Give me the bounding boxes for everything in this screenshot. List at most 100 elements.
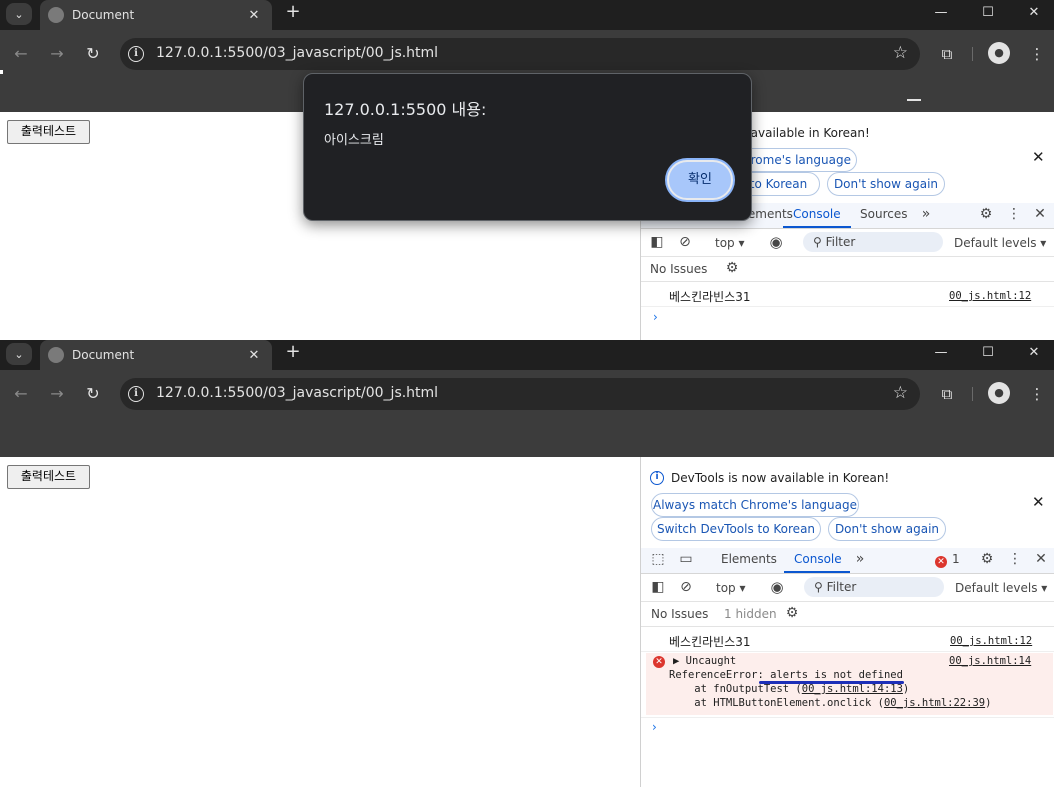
- stack-link[interactable]: 00_js.html:22:39: [884, 697, 985, 709]
- devtools-menu-icon[interactable]: ⋮: [1006, 551, 1024, 567]
- close-icon[interactable]: ✕: [244, 348, 264, 363]
- stack-link[interactable]: 00_js.html:14:13: [802, 683, 903, 695]
- output-test-button[interactable]: 출력테스트: [7, 120, 90, 144]
- profile-avatar-icon[interactable]: ●: [988, 382, 1010, 404]
- context-selector[interactable]: top ▾: [716, 581, 746, 595]
- dismiss-close-icon[interactable]: ✕: [1032, 148, 1045, 166]
- stack-suffix: ): [902, 683, 910, 695]
- bookmark-star-icon[interactable]: ☆: [893, 383, 908, 403]
- stack-prefix: at HTMLButtonElement.onclick (: [669, 697, 884, 709]
- browser-toolbar: ← → ↻ i 127.0.0.1:5500/03_javascript/00_…: [0, 370, 1054, 418]
- bookmark-star-icon[interactable]: ☆: [893, 43, 908, 63]
- minimize-icon[interactable]: —: [918, 0, 964, 28]
- minimize-icon[interactable]: —: [918, 340, 964, 368]
- error-source-link[interactable]: 00_js.html:14: [949, 655, 1031, 667]
- devtools-menu-icon[interactable]: ⋮: [1005, 206, 1023, 222]
- address-bar[interactable]: i 127.0.0.1:5500/03_javascript/00_js.htm…: [120, 378, 920, 410]
- tab-document[interactable]: Document ✕: [40, 0, 272, 30]
- devtools-panel: i DevTools is now available in Korean! ✕…: [640, 457, 1054, 787]
- divider: [641, 306, 1054, 307]
- dont-show-again-button[interactable]: Don't show again: [827, 172, 945, 196]
- settings-gear-icon[interactable]: ⚙: [978, 551, 996, 567]
- console-source-link[interactable]: 00_js.html:12: [950, 635, 1032, 647]
- error-line-1: ReferenceError: alerts is not defined: [669, 669, 903, 681]
- profile-avatar-icon[interactable]: ●: [988, 42, 1010, 64]
- extensions-puzzle-icon[interactable]: ⧉: [935, 382, 959, 406]
- log-levels-dropdown[interactable]: Default levels ▾: [954, 236, 1046, 250]
- always-match-language-button[interactable]: hrome's language: [737, 148, 857, 172]
- forward-arrow-icon[interactable]: →: [45, 382, 69, 406]
- reload-icon[interactable]: ↻: [81, 42, 105, 66]
- site-info-icon[interactable]: i: [128, 386, 144, 402]
- hidden-count[interactable]: 1 hidden: [724, 607, 777, 621]
- devtools-close-icon[interactable]: ✕: [1032, 551, 1050, 567]
- tab-search-chevron-icon[interactable]: ⌄: [6, 343, 32, 365]
- error-count-icon[interactable]: ✕: [935, 556, 947, 568]
- reload-icon[interactable]: ↻: [81, 382, 105, 406]
- browser-toolbar: ← → ↻ i 127.0.0.1:5500/03_javascript/00_…: [0, 30, 1054, 78]
- clear-console-icon[interactable]: ⊘: [676, 234, 694, 250]
- error-message: alerts is not defined: [770, 669, 903, 681]
- site-info-icon[interactable]: i: [128, 46, 144, 62]
- new-tab-plus-icon[interactable]: +: [282, 2, 304, 24]
- issues-settings-gear-icon[interactable]: ⚙: [723, 260, 741, 276]
- sidebar-toggle-icon[interactable]: ◧: [649, 579, 667, 595]
- close-icon[interactable]: ✕: [244, 8, 264, 23]
- tab-elements[interactable]: Elements: [721, 552, 777, 566]
- globe-icon: [48, 7, 64, 23]
- forward-arrow-icon[interactable]: →: [45, 42, 69, 66]
- tab-console[interactable]: Console: [793, 207, 841, 221]
- live-expression-eye-icon[interactable]: ◉: [767, 233, 785, 251]
- console-prompt-chevron-icon[interactable]: ›: [652, 720, 657, 734]
- divider: [641, 281, 1054, 282]
- tab-title: Document: [72, 8, 135, 22]
- inspect-element-icon[interactable]: ⬚: [649, 551, 667, 567]
- console-source-link[interactable]: 00_js.html:12: [949, 290, 1031, 302]
- error-count[interactable]: 1: [952, 552, 960, 566]
- device-toolbar-icon[interactable]: ▭: [677, 551, 695, 567]
- sidebar-toggle-icon[interactable]: ◧: [648, 234, 666, 250]
- extensions-puzzle-icon[interactable]: ⧉: [935, 42, 959, 66]
- maximize-icon[interactable]: ☐: [965, 0, 1011, 28]
- console-prompt-chevron-icon[interactable]: ›: [653, 310, 658, 324]
- clear-console-icon[interactable]: ⊘: [677, 579, 695, 595]
- log-levels-dropdown[interactable]: Default levels ▾: [955, 581, 1047, 595]
- dismiss-close-icon[interactable]: ✕: [1032, 493, 1045, 511]
- window-close-icon[interactable]: ✕: [1011, 340, 1054, 368]
- console-filter-input[interactable]: ⚲ Filter: [803, 232, 943, 252]
- browser-window-top: ⌄ Document ✕ + — ☐ ✕ ← → ↻ i 127.0.0.1:5…: [0, 0, 1054, 340]
- console-log-message: 베스킨라빈스31: [669, 635, 751, 649]
- console-filter-input[interactable]: ⚲ Filter: [804, 577, 944, 597]
- settings-gear-icon[interactable]: ⚙: [977, 206, 995, 222]
- issues-settings-gear-icon[interactable]: ⚙: [783, 605, 801, 621]
- tab-strip: ⌄ Document ✕ + — ☐ ✕: [0, 0, 1054, 30]
- more-tabs-chevron-icon[interactable]: »: [851, 551, 869, 567]
- error-uncaught-toggle[interactable]: ▶ Uncaught: [673, 655, 736, 667]
- more-tabs-chevron-icon[interactable]: »: [917, 206, 935, 222]
- output-test-button[interactable]: 출력테스트: [7, 465, 90, 489]
- tab-console[interactable]: Console: [794, 552, 842, 566]
- tab-search-chevron-icon[interactable]: ⌄: [6, 3, 32, 25]
- alert-dialog: 127.0.0.1:5500 내용: 아이스크림 확인: [303, 73, 752, 221]
- menu-kebab-icon[interactable]: ⋮: [1025, 382, 1049, 406]
- always-match-language-button[interactable]: Always match Chrome's language: [651, 493, 859, 517]
- live-expression-eye-icon[interactable]: ◉: [768, 578, 786, 596]
- edge-marker: [0, 70, 3, 74]
- tab-sources[interactable]: Sources: [860, 207, 907, 221]
- devtools-close-icon[interactable]: ✕: [1031, 206, 1049, 222]
- no-issues-label[interactable]: No Issues: [651, 607, 708, 621]
- context-selector[interactable]: top ▾: [715, 236, 745, 250]
- active-tab-indicator: [783, 226, 851, 228]
- window-close-icon[interactable]: ✕: [1011, 0, 1054, 28]
- back-arrow-icon[interactable]: ←: [9, 42, 33, 66]
- switch-to-korean-button[interactable]: Switch DevTools to Korean: [651, 517, 821, 541]
- back-arrow-icon[interactable]: ←: [9, 382, 33, 406]
- tab-document[interactable]: Document ✕: [40, 340, 272, 370]
- dont-show-again-button[interactable]: Don't show again: [828, 517, 946, 541]
- no-issues-label[interactable]: No Issues: [650, 262, 707, 276]
- menu-kebab-icon[interactable]: ⋮: [1025, 42, 1049, 66]
- alert-ok-button[interactable]: 확인: [667, 160, 733, 200]
- maximize-icon[interactable]: ☐: [965, 340, 1011, 368]
- address-bar[interactable]: i 127.0.0.1:5500/03_javascript/00_js.htm…: [120, 38, 920, 70]
- new-tab-plus-icon[interactable]: +: [282, 342, 304, 364]
